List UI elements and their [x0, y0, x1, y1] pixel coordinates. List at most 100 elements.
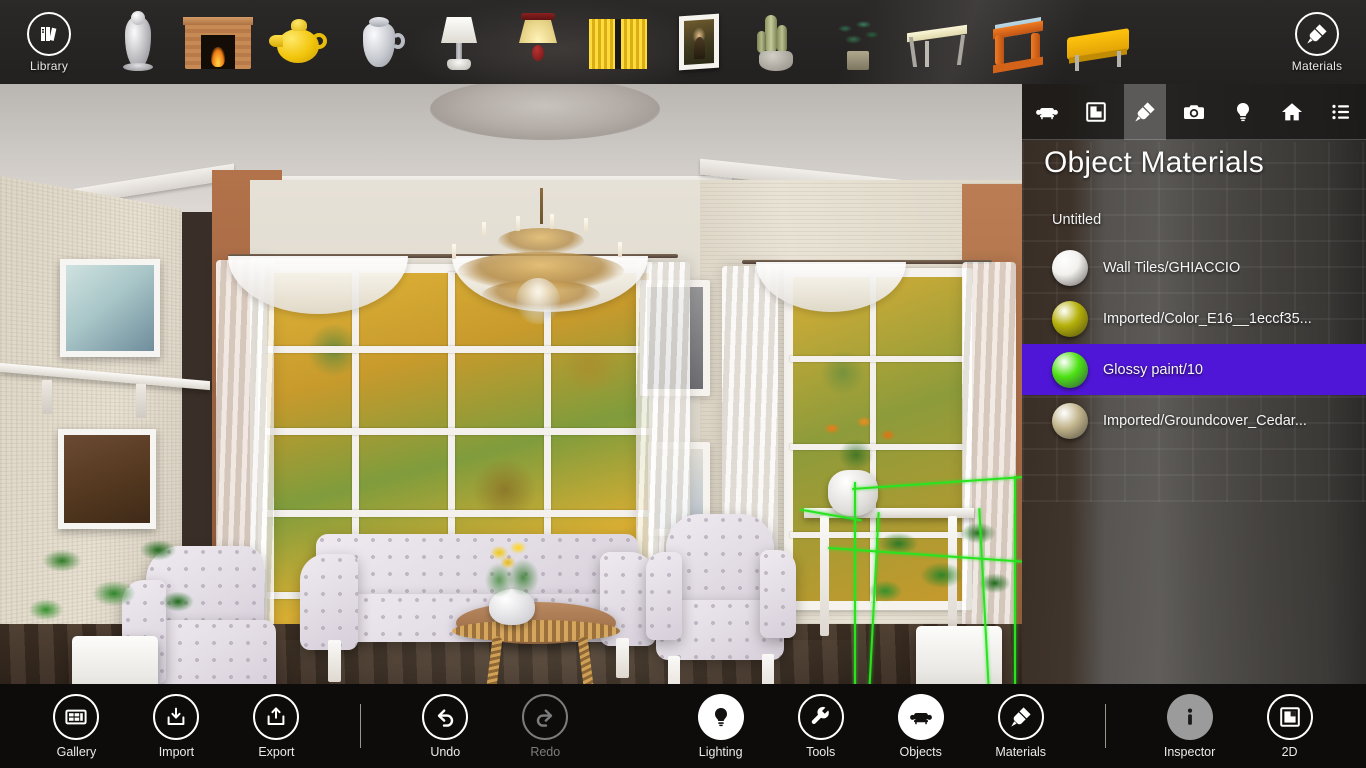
plant-right-pot[interactable] — [916, 626, 1002, 684]
plant-left-pot[interactable] — [72, 636, 158, 684]
export-button[interactable]: Export — [226, 684, 326, 768]
tools-button[interactable]: Tools — [771, 684, 871, 768]
wall-sconce-thumbnail[interactable] — [498, 0, 578, 84]
right-window-mullion-h1 — [790, 356, 966, 362]
tab-camera[interactable] — [1173, 84, 1215, 140]
mona-lisa-painting-thumbnail[interactable] — [658, 0, 738, 84]
button-circle — [697, 693, 744, 740]
materials-button[interactable]: Materials — [971, 684, 1071, 768]
material-list-item[interactable]: Imported/Color_E16__1eccf35... — [1022, 293, 1366, 344]
yellow-teapot-thumbnail[interactable] — [258, 0, 338, 84]
window-mullion-h1 — [262, 346, 654, 353]
white-table-thumbnail-art — [901, 11, 975, 73]
tab-lighting[interactable] — [1222, 84, 1264, 140]
potted-plant-thumbnail-art — [821, 11, 895, 73]
button-circle — [422, 693, 469, 740]
yellow-flowers — [470, 539, 556, 601]
material-list-item[interactable]: Wall Tiles/GHIACCIO — [1022, 242, 1366, 293]
button-circle — [1266, 693, 1313, 740]
table-lamp-thumbnail[interactable] — [418, 0, 498, 84]
library-button-circle — [27, 11, 71, 56]
fireplace-thumbnail-art — [181, 11, 255, 73]
chandelier — [432, 214, 650, 326]
lighting-button[interactable]: Lighting — [671, 684, 771, 768]
list-icon — [1332, 104, 1350, 119]
yellow-curtains-thumbnail[interactable] — [578, 0, 658, 84]
chandelier-tier-top — [498, 228, 584, 254]
orange-flowers — [806, 414, 906, 480]
button-circle — [897, 693, 944, 740]
window-mullion-h2 — [262, 428, 654, 435]
button-circle — [1166, 693, 1213, 740]
button-label: Lighting — [698, 744, 743, 759]
button-label: Redo — [530, 744, 561, 759]
yellow-platform-thumbnail[interactable] — [1058, 0, 1138, 84]
sofa-arm-left[interactable] — [300, 554, 358, 650]
armchair-right-leg — [668, 656, 680, 684]
cactus-thumbnail-art — [741, 11, 815, 73]
chandelier-crystals — [516, 278, 560, 324]
potted-plant-thumbnail[interactable] — [818, 0, 898, 84]
tab-list[interactable] — [1320, 84, 1362, 140]
wall-sconce-thumbnail-art — [501, 11, 575, 73]
plant-right-foliage[interactable] — [862, 504, 1028, 636]
material-list-item[interactable]: Imported/Groundcover_Cedar... — [1022, 395, 1366, 446]
button-label: Import — [158, 744, 195, 759]
bottom-toolbar: Gallery Import Export Undo Redo Lighting Tools… — [0, 684, 1366, 768]
button-label: 2D — [1281, 744, 1298, 759]
tab-home[interactable] — [1271, 84, 1313, 140]
library-button-label: Library — [29, 58, 69, 73]
chandelier-candle — [550, 214, 554, 229]
ceramic-jug-thumbnail-art — [341, 11, 415, 73]
info-icon — [1187, 708, 1192, 725]
armchair-right-arm-left[interactable] — [646, 552, 682, 640]
toolbar-item-strip: Library Materials — [0, 0, 1366, 84]
silver-vase-thumbnail-art — [101, 11, 175, 73]
button-circle — [153, 693, 200, 740]
armchair-right-arm-right[interactable] — [760, 550, 796, 638]
wall-art-landscape — [58, 429, 156, 529]
chandelier-chain — [540, 188, 543, 224]
silver-vase-thumbnail[interactable] — [98, 0, 178, 84]
tab-materials[interactable] — [1123, 84, 1166, 140]
material-list-item[interactable]: Glossy paint/10 — [1022, 344, 1366, 395]
material-name: Glossy paint/10 — [1103, 361, 1203, 378]
panel-title: Object Materials — [1044, 146, 1264, 179]
import-button[interactable]: Import — [126, 684, 226, 768]
objects-button[interactable]: Objects — [871, 684, 971, 768]
materials-toolbar-button[interactable]: Materials — [1268, 0, 1366, 84]
toolbar-separator — [1104, 704, 1106, 748]
material-swatch — [1052, 249, 1088, 286]
tab-objects[interactable] — [1026, 84, 1068, 140]
library-books-icon — [41, 26, 57, 41]
undo-button[interactable]: Undo — [395, 684, 495, 768]
materials-toolbar-button-circle — [1295, 11, 1339, 56]
materials-toolbar-button-label: Materials — [1291, 58, 1343, 73]
button-label: Inspector — [1163, 744, 1216, 759]
library-button[interactable]: Library — [0, 0, 98, 84]
yellow-platform-thumbnail-art — [1061, 11, 1135, 73]
material-name: Wall Tiles/GHIACCIO — [1103, 259, 1241, 276]
button-circle — [253, 693, 300, 740]
button-label: Undo — [430, 744, 461, 759]
white-table-thumbnail[interactable] — [898, 0, 978, 84]
paintbrush-icon — [1135, 101, 1155, 122]
camera-icon — [1183, 104, 1204, 119]
wrench-icon — [811, 706, 829, 724]
button-circle — [522, 693, 569, 740]
2d-button[interactable]: 2D — [1240, 684, 1340, 768]
material-swatch — [1052, 351, 1088, 388]
orange-stand-thumbnail[interactable] — [978, 0, 1058, 84]
tab-floorplan[interactable] — [1075, 84, 1117, 140]
inspector-button[interactable]: Inspector — [1140, 684, 1240, 768]
fireplace-thumbnail[interactable] — [178, 0, 258, 84]
gallery-button[interactable]: Gallery — [26, 684, 126, 768]
material-swatch — [1052, 402, 1088, 439]
cactus-thumbnail[interactable] — [738, 0, 818, 84]
ceramic-jug-thumbnail[interactable] — [338, 0, 418, 84]
panel-subtitle: Untitled — [1052, 212, 1102, 228]
yellow-curtains-thumbnail-art — [581, 11, 655, 73]
top-toolbar: Library Materials — [0, 0, 1366, 84]
upload-box-icon — [268, 706, 285, 725]
redo-button[interactable]: Redo — [495, 684, 595, 768]
